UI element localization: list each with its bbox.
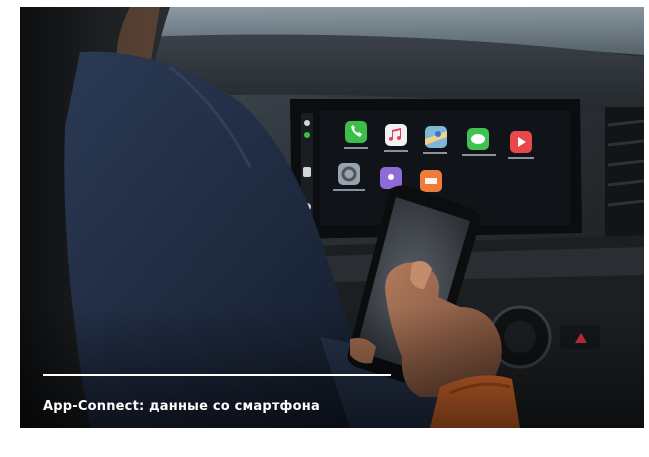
- orange-app-icon: [420, 170, 442, 192]
- maps-app-icon: [425, 126, 447, 148]
- car-interior-photo: [20, 7, 644, 428]
- air-vent: [605, 107, 644, 237]
- caption-line-1: App-Connect: данные со смартфона: [43, 399, 320, 414]
- photo-caption: App-Connect: данные со смартфона на цент…: [43, 394, 463, 446]
- settings-app-icon: [338, 163, 360, 185]
- purple-app-icon: [380, 167, 402, 189]
- phone-app-icon: [345, 121, 367, 143]
- caption-divider: [43, 374, 391, 376]
- messages-app-icon: [467, 128, 489, 150]
- music-app-icon: [385, 124, 407, 146]
- page: App-Connect: данные со смартфона на цент…: [0, 0, 649, 457]
- caption-line-2: на центральном экране.: [43, 425, 231, 440]
- podcasts-app-icon: [510, 131, 532, 153]
